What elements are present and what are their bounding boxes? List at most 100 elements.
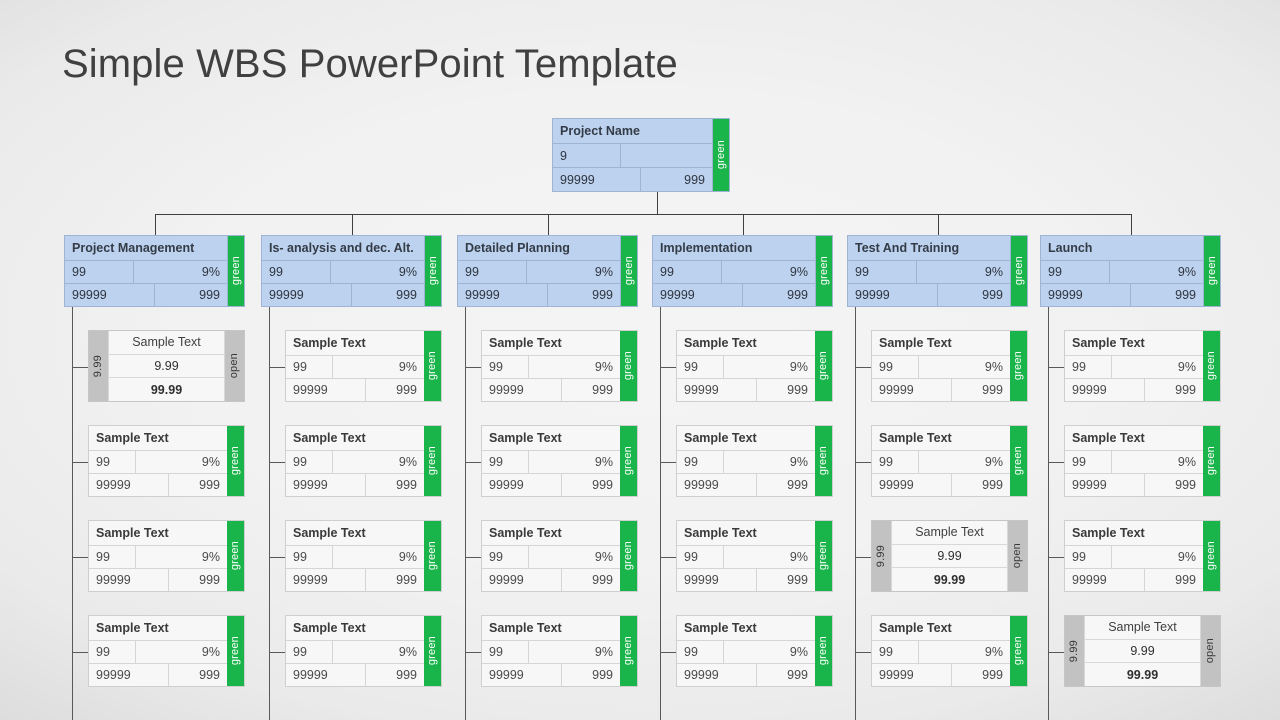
- task-card-c3-r1-status-badge[interactable]: green: [620, 331, 637, 401]
- phase-node-6[interactable]: Launch 99 9% 99999 999 green: [1040, 235, 1221, 307]
- phase-node-2-row-2: 99999 999: [262, 283, 424, 306]
- task-card-c6-r3[interactable]: Sample Text 99 9% 99999 999 green: [1064, 520, 1221, 592]
- task-card-c5-r2-status-badge[interactable]: green: [1010, 426, 1027, 496]
- phase-node-5-row1-left: 99: [855, 265, 869, 279]
- task-card-c4-r2-status-badge[interactable]: green: [815, 426, 832, 496]
- task-card-c4-r4-row2-left: 99999: [684, 668, 719, 682]
- task-card-c2-r4-status-label: green: [426, 636, 438, 666]
- task-card-c4-r1-status-badge[interactable]: green: [815, 331, 832, 401]
- phase-node-4-row-2: 99999 999: [653, 283, 815, 306]
- task-card-c3-r1[interactable]: Sample Text 99 9% 99999 999 green: [481, 330, 638, 402]
- root-node-status-badge[interactable]: green: [712, 119, 729, 191]
- task-card-c1-r1-body: Sample Text 9.99 99.99: [109, 331, 224, 401]
- phase-node-2-status-badge[interactable]: green: [424, 236, 441, 306]
- phase-node-2-title-row: Is- analysis and dec. Alt.: [262, 236, 424, 260]
- task-card-c6-r4[interactable]: 9.99 Sample Text 9.99 99.99 open: [1064, 615, 1221, 687]
- task-card-c1-r2[interactable]: Sample Text 99 9% 99999 999 green: [88, 425, 245, 497]
- task-card-c3-r1-title-row: Sample Text: [482, 331, 620, 355]
- task-card-c5-r2[interactable]: Sample Text 99 9% 99999 999 green: [871, 425, 1028, 497]
- task-card-c3-r3-row2-left: 99999: [489, 573, 524, 587]
- phase-node-5-status-label: green: [1012, 256, 1025, 286]
- task-card-c3-r3-status-badge[interactable]: green: [620, 521, 637, 591]
- task-card-c6-r4-status-badge[interactable]: open: [1200, 616, 1220, 686]
- phase-node-6-status-badge[interactable]: green: [1203, 236, 1220, 306]
- task-card-c1-r3-status-badge[interactable]: green: [227, 521, 244, 591]
- phase-node-1-status-label: green: [229, 256, 242, 286]
- task-card-c4-r3-title: Sample Text: [684, 526, 757, 540]
- task-card-c4-r2[interactable]: Sample Text 99 9% 99999 999 green: [676, 425, 833, 497]
- phase-node-3[interactable]: Detailed Planning 99 9% 99999 999 green: [457, 235, 638, 307]
- task-card-c2-r4-status-badge[interactable]: green: [424, 616, 441, 686]
- root-node[interactable]: Project Name 9 99999 999 green: [552, 118, 730, 192]
- phase-node-2-row2-left: 99999: [269, 288, 304, 302]
- task-card-c6-r1[interactable]: Sample Text 99 9% 99999 999 green: [1064, 330, 1221, 402]
- task-card-c6-r1-status-label: green: [1205, 351, 1217, 381]
- connector-stub-c5-r4: [855, 652, 871, 653]
- task-card-c2-r1-status-badge[interactable]: green: [424, 331, 441, 401]
- task-card-c2-r2-status-badge[interactable]: green: [424, 426, 441, 496]
- task-card-c5-r1-status-badge[interactable]: green: [1010, 331, 1027, 401]
- task-card-c6-r2-status-badge[interactable]: green: [1203, 426, 1220, 496]
- task-card-c6-r4-title: Sample Text: [1108, 620, 1177, 635]
- task-card-c2-r3-status-badge[interactable]: green: [424, 521, 441, 591]
- task-card-c4-r4-title-row: Sample Text: [677, 616, 815, 640]
- task-card-c5-r1-row2-right: 999: [950, 379, 1010, 401]
- task-card-c4-r4[interactable]: Sample Text 99 9% 99999 999 green: [676, 615, 833, 687]
- task-card-c1-r1-row-1: 9.99: [109, 353, 224, 378]
- task-card-c5-r4[interactable]: Sample Text 99 9% 99999 999 green: [871, 615, 1028, 687]
- task-card-c6-r2-row-2: 99999 999: [1065, 473, 1203, 496]
- task-card-c3-r2-title: Sample Text: [489, 431, 562, 445]
- task-card-c1-r2-status-badge[interactable]: green: [227, 426, 244, 496]
- task-card-c3-r2-status-badge[interactable]: green: [620, 426, 637, 496]
- task-card-c4-r3-row-2: 99999 999: [677, 568, 815, 591]
- task-card-c3-r2[interactable]: Sample Text 99 9% 99999 999 green: [481, 425, 638, 497]
- phase-node-5[interactable]: Test And Training 99 9% 99999 999 green: [847, 235, 1028, 307]
- task-card-c1-r4[interactable]: Sample Text 99 9% 99999 999 green: [88, 615, 245, 687]
- phase-node-4[interactable]: Implementation 99 9% 99999 999 green: [652, 235, 833, 307]
- task-card-c2-r3[interactable]: Sample Text 99 9% 99999 999 green: [285, 520, 442, 592]
- phase-node-1-title: Project Management: [72, 241, 195, 255]
- connector-branch-drop-1: [155, 214, 156, 235]
- task-card-c1-r1[interactable]: 9.99 Sample Text 9.99 99.99 open: [88, 330, 245, 402]
- task-card-c1-r1-left-tag: 9.99: [89, 331, 109, 401]
- task-card-c6-r2[interactable]: Sample Text 99 9% 99999 999 green: [1064, 425, 1221, 497]
- task-card-c2-r4[interactable]: Sample Text 99 9% 99999 999 green: [285, 615, 442, 687]
- task-card-c2-r1[interactable]: Sample Text 99 9% 99999 999 green: [285, 330, 442, 402]
- task-card-c5-r3-status-badge[interactable]: open: [1007, 521, 1027, 591]
- task-card-c5-r3[interactable]: 9.99 Sample Text 9.99 99.99 open: [871, 520, 1028, 592]
- task-card-c3-r4[interactable]: Sample Text 99 9% 99999 999 green: [481, 615, 638, 687]
- phase-node-1[interactable]: Project Management 99 9% 99999 999 green: [64, 235, 245, 307]
- task-card-c3-r3[interactable]: Sample Text 99 9% 99999 999 green: [481, 520, 638, 592]
- phase-node-2[interactable]: Is- analysis and dec. Alt. 99 9% 99999 999 gr…: [261, 235, 442, 307]
- task-card-c6-r2-title-row: Sample Text: [1065, 426, 1203, 450]
- phase-node-4-row2-right: 999: [742, 284, 815, 306]
- task-card-c5-r1[interactable]: Sample Text 99 9% 99999 999 green: [871, 330, 1028, 402]
- phase-node-1-row1-right: 9%: [133, 261, 227, 283]
- task-card-c4-r4-status-badge[interactable]: green: [815, 616, 832, 686]
- task-card-c6-r3-status-badge[interactable]: green: [1203, 521, 1220, 591]
- task-card-c1-r4-status-badge[interactable]: green: [227, 616, 244, 686]
- task-card-c2-r1-row-2: 99999 999: [286, 378, 424, 401]
- phase-node-5-row2-right: 999: [937, 284, 1010, 306]
- phase-node-1-status-badge[interactable]: green: [227, 236, 244, 306]
- task-card-c3-r4-status-badge[interactable]: green: [620, 616, 637, 686]
- phase-node-3-status-badge[interactable]: green: [620, 236, 637, 306]
- phase-node-5-status-badge[interactable]: green: [1010, 236, 1027, 306]
- phase-node-3-row2-left: 99999: [465, 288, 500, 302]
- task-card-c6-r4-body: Sample Text 9.99 99.99: [1085, 616, 1200, 686]
- task-card-c5-r4-status-badge[interactable]: green: [1010, 616, 1027, 686]
- task-card-c1-r3[interactable]: Sample Text 99 9% 99999 999 green: [88, 520, 245, 592]
- task-card-c1-r3-title: Sample Text: [96, 526, 169, 540]
- task-card-c6-r1-status-badge[interactable]: green: [1203, 331, 1220, 401]
- task-card-c4-r3[interactable]: Sample Text 99 9% 99999 999 green: [676, 520, 833, 592]
- task-card-c2-r2-row-2: 99999 999: [286, 473, 424, 496]
- task-card-c2-r4-body: Sample Text 99 9% 99999 999: [286, 616, 424, 686]
- task-card-c4-r1[interactable]: Sample Text 99 9% 99999 999 green: [676, 330, 833, 402]
- task-card-c2-r3-row1-left: 99: [293, 550, 307, 564]
- task-card-c2-r2[interactable]: Sample Text 99 9% 99999 999 green: [285, 425, 442, 497]
- phase-node-4-status-badge[interactable]: green: [815, 236, 832, 306]
- task-card-c5-r4-row-2: 99999 999: [872, 663, 1010, 686]
- task-card-c5-r4-row2-left: 99999: [879, 668, 914, 682]
- task-card-c4-r3-status-badge[interactable]: green: [815, 521, 832, 591]
- task-card-c1-r1-status-badge[interactable]: open: [224, 331, 244, 401]
